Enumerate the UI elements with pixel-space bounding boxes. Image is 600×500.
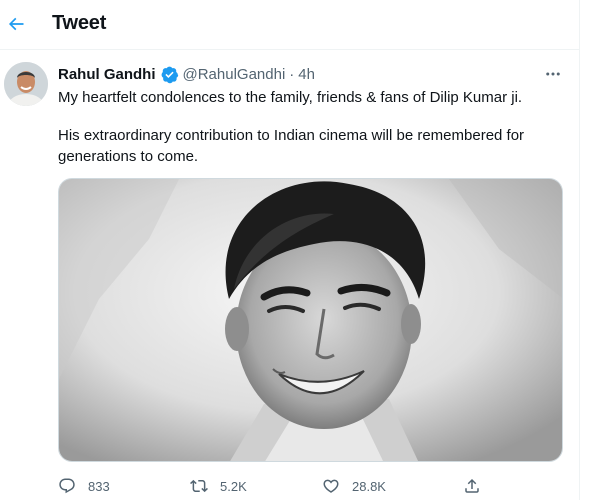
tweet-text: My heartfelt condolences to the family, …: [58, 87, 568, 167]
heart-icon: [323, 479, 339, 493]
reply-icon: [59, 478, 75, 494]
retweet-count: 5.2K: [220, 478, 247, 494]
more-options-button[interactable]: [540, 62, 566, 86]
share-button[interactable]: [463, 474, 481, 498]
tweet-paragraph: My heartfelt condolences to the family, …: [58, 89, 523, 106]
verified-badge-icon: [161, 66, 178, 83]
page-title: Tweet: [52, 12, 107, 34]
separator-dot: ·: [289, 65, 295, 83]
retweet-button[interactable]: 5.2K: [190, 474, 247, 498]
tweet-actions: 833 5.2K 28.8K: [58, 474, 518, 498]
back-button[interactable]: [2, 10, 30, 38]
tweet-paragraph: His extraordinary contribution to Indian…: [58, 127, 525, 165]
tweet-timestamp[interactable]: 4h: [298, 66, 315, 83]
avatar-image: [4, 62, 48, 106]
tweet-author-row: Rahul Gandhi @RahulGandhi · 4h: [58, 64, 315, 84]
reply-count: 833: [88, 478, 110, 494]
author-display-name[interactable]: Rahul Gandhi: [58, 66, 156, 83]
retweet-icon: [190, 479, 208, 493]
page-header: Tweet: [0, 0, 580, 50]
reply-button[interactable]: 833: [58, 474, 110, 498]
tweet-media-image[interactable]: [58, 178, 563, 462]
arrow-left-icon: [8, 17, 24, 31]
author-handle[interactable]: @RahulGandhi: [183, 66, 286, 83]
portrait-photo: [59, 179, 562, 461]
avatar[interactable]: [4, 62, 48, 106]
more-horizontal-icon: [546, 72, 560, 76]
column-divider: [579, 50, 580, 500]
like-count: 28.8K: [352, 478, 386, 494]
share-icon: [465, 478, 479, 493]
like-button[interactable]: 28.8K: [322, 474, 386, 498]
